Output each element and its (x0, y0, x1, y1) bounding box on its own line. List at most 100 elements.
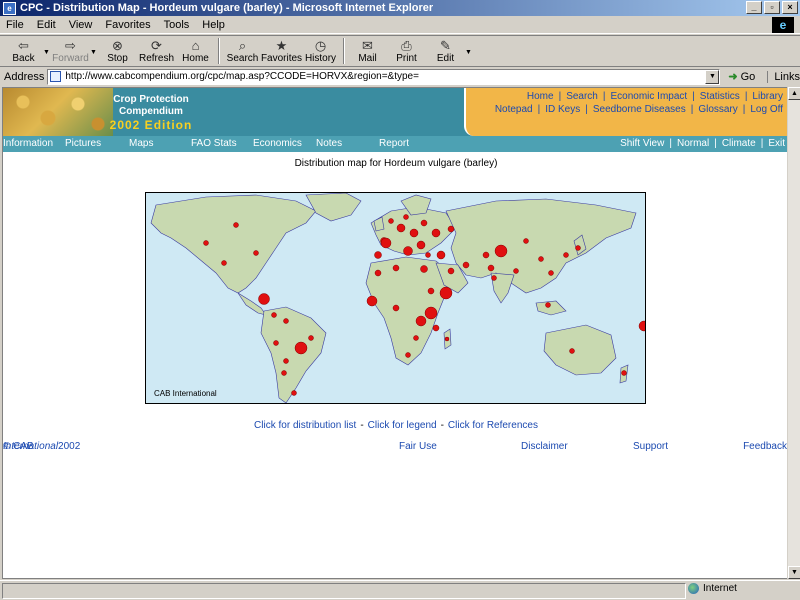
climate-view-link[interactable]: Climate (722, 138, 756, 149)
search-button[interactable]: ⌕ Search (223, 36, 262, 66)
marker-nepal (513, 268, 519, 274)
address-input[interactable]: http://www.cabcompendium.org/cpc/map.asp… (47, 68, 721, 85)
nav-home-link[interactable]: Home (527, 91, 554, 102)
menu-fao-stats-link[interactable]: FAO Stats (191, 138, 237, 149)
marker-east-africa (432, 324, 440, 332)
greenland-landmass (305, 193, 362, 222)
edit-button[interactable]: ✎ Edit (426, 36, 465, 66)
vertical-scrollbar[interactable]: ▲ ▼ (787, 87, 800, 579)
legend-link[interactable]: Click for legend (368, 420, 437, 431)
home-button[interactable]: ⌂ Home (176, 36, 215, 66)
menu-favorites[interactable]: Favorites (105, 19, 150, 31)
home-icon: ⌂ (191, 38, 200, 53)
go-button[interactable]: ➜ Go (728, 70, 755, 84)
top-nav-row-1: Home | Search | Economic Impact | Statistic… (526, 91, 783, 102)
map-links: Click for distribution list - Click for le… (254, 420, 538, 431)
south-america-landmass (260, 306, 327, 403)
ie-throbber-logo-icon: e (772, 17, 794, 33)
window-title-bar: e CPC - Distribution Map - Hordeum vulga… (0, 0, 800, 16)
forward-button[interactable]: ⇨ Forward (51, 36, 90, 66)
australia-landmass (543, 324, 617, 376)
nav-statistics-link[interactable]: Statistics (700, 91, 740, 102)
history-icon: ◷ (314, 38, 327, 53)
marker-north-america-3 (221, 260, 227, 266)
feedback-link[interactable]: Feedback (743, 441, 787, 452)
references-link[interactable]: Click for References (448, 420, 538, 431)
nav-search-link[interactable]: Search (566, 91, 598, 102)
browser-viewport: Crop Protection Compendium 2002 Edition … (2, 87, 788, 579)
disclaimer-link[interactable]: Disclaimer (521, 441, 568, 452)
scroll-up-icon[interactable]: ▲ (788, 87, 800, 100)
favorites-icon: ★ (275, 38, 288, 53)
menu-report-link[interactable]: Report (379, 138, 409, 149)
menu-edit[interactable]: Edit (37, 19, 56, 31)
southeast-asia-islands (535, 300, 567, 316)
minimize-button[interactable]: _ (746, 1, 762, 14)
exit-link[interactable]: Exit (768, 138, 785, 149)
marker-pakistan (491, 275, 497, 281)
links-toolbar-button[interactable]: Links (767, 70, 800, 83)
close-button[interactable]: × (782, 1, 798, 14)
landmasses (150, 193, 637, 403)
address-dropdown-icon[interactable]: ▼ (705, 69, 720, 84)
refresh-button[interactable]: ⟳ Refresh (137, 36, 176, 66)
shift-view-link[interactable]: Shift View (620, 138, 664, 149)
marker-india (494, 244, 508, 258)
marker-russia (447, 225, 455, 233)
refresh-icon: ⟳ (151, 38, 162, 53)
marker-mexico (258, 293, 270, 305)
forward-dropdown-icon[interactable]: ▼ (90, 49, 98, 66)
marker-argentina (294, 341, 308, 355)
internet-zone-icon (688, 583, 699, 594)
history-button[interactable]: ◷ History (301, 36, 340, 66)
marker-turkey (436, 250, 446, 260)
menu-help[interactable]: Help (202, 19, 225, 31)
favorites-button[interactable]: ★ Favorites (261, 36, 302, 66)
back-button[interactable]: ⇦ Back (4, 36, 43, 66)
menu-view[interactable]: View (69, 19, 93, 31)
print-icon: ⎙ (401, 38, 412, 53)
normal-view-link[interactable]: Normal (677, 138, 709, 149)
marker-central-america (271, 312, 277, 318)
distribution-map: CAB International (145, 192, 646, 404)
nav-seedborne-diseases-link[interactable]: Seedborne Diseases (593, 104, 686, 115)
asia-landmass (445, 198, 637, 294)
mail-button[interactable]: ✉ Mail (348, 36, 387, 66)
marker-chile (281, 370, 287, 376)
nav-glossary-link[interactable]: Glossary (698, 104, 737, 115)
address-bar: Address http://www.cabcompendium.org/cpc… (0, 67, 800, 86)
copyright-link[interactable]: © CAB International 2002 (3, 441, 80, 452)
marker-uruguay (291, 390, 297, 396)
distribution-list-link[interactable]: Click for distribution list (254, 420, 356, 431)
fair-use-link[interactable]: Fair Use (399, 441, 437, 452)
stop-button[interactable]: ⊗ Stop (98, 36, 137, 66)
maximize-button[interactable]: ▫ (764, 1, 780, 14)
toolbar-separator (218, 38, 220, 64)
nav-id-keys-link[interactable]: ID Keys (545, 104, 580, 115)
toolbar-more-icon[interactable]: ▼ (465, 49, 473, 66)
menu-information-link[interactable]: Information (3, 138, 53, 149)
support-link[interactable]: Support (633, 441, 668, 452)
menu-file[interactable]: File (6, 19, 24, 31)
nav-log-off-link[interactable]: Log Off (750, 104, 783, 115)
nav-notepad-link[interactable]: Notepad (495, 104, 533, 115)
menu-notes-link[interactable]: Notes (316, 138, 342, 149)
menu-tools[interactable]: Tools (164, 19, 190, 31)
marker-europe-6 (431, 228, 441, 238)
toolbar-separator (343, 38, 345, 64)
menu-maps-link[interactable]: Maps (129, 138, 153, 149)
back-arrow-icon: ⇦ (18, 38, 29, 53)
marker-nigeria (392, 304, 400, 312)
nav-economic-impact-link[interactable]: Economic Impact (610, 91, 687, 102)
nav-library-link[interactable]: Library (752, 91, 783, 102)
stop-icon: ⊗ (112, 38, 123, 53)
scroll-down-icon[interactable]: ▼ (788, 566, 800, 579)
menu-economics-link[interactable]: Economics (253, 138, 302, 149)
marker-europe-3 (396, 223, 406, 233)
print-button[interactable]: ⎙ Print (387, 36, 426, 66)
marker-china-1 (523, 238, 529, 244)
marker-tanzania (415, 315, 427, 327)
back-dropdown-icon[interactable]: ▼ (43, 49, 51, 66)
menu-pictures-link[interactable]: Pictures (65, 138, 101, 149)
edition-label: 2002 Edition (109, 118, 193, 132)
